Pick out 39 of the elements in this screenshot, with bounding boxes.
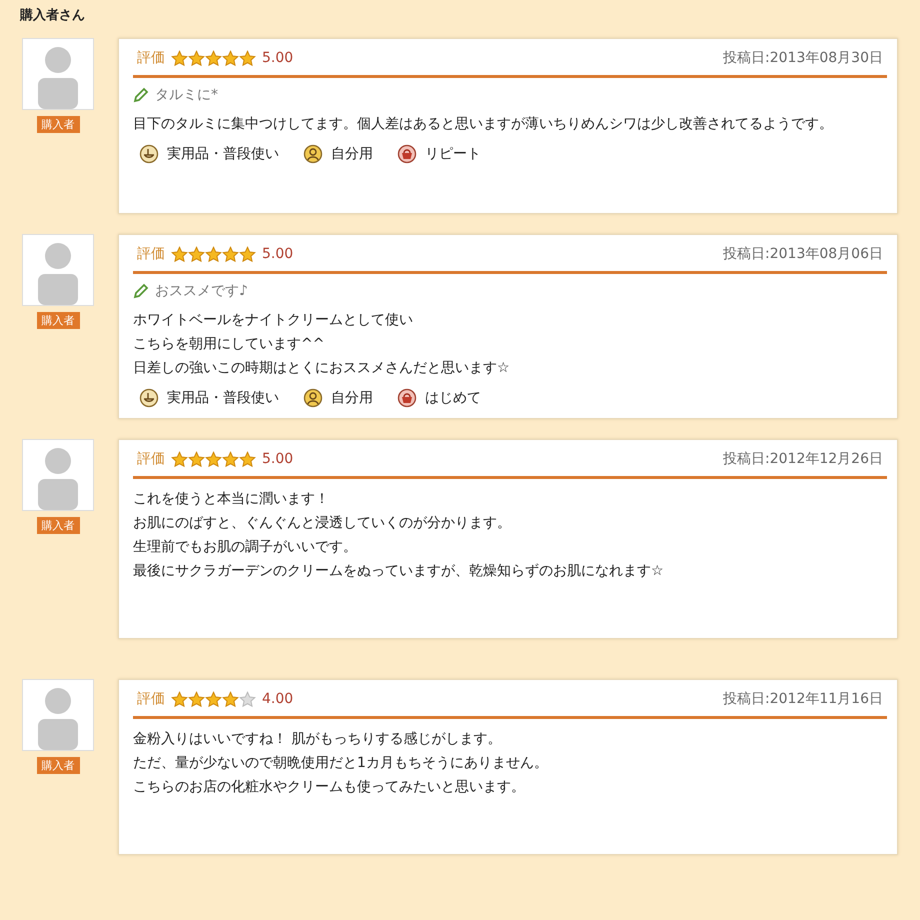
- tag-label: 自分用: [331, 389, 373, 407]
- buyer-badge: 購入者: [36, 312, 80, 329]
- buyer-badge: 購入者: [36, 116, 80, 133]
- rating-score: 5.00: [262, 451, 294, 467]
- review-text: これを使うと本当に潤います！ お肌にのばすと、ぐんぐんと浸透していくのが分かります。 生理前でもお肌の調子がいいです。 最後にサクラガーデンのクリームをぬっていますが、乾燥知らずのお肌になれます☆: [133, 490, 665, 581]
- tag-label: 自分用: [331, 145, 373, 163]
- review-text: ホワイトベールをナイトクリームとして使い こちらを朝用にしています^^ 日差しの強いこの時期はとくにおススメさんだと思います☆: [133, 311, 511, 378]
- review-text: 金粉入りはいいですね！ 肌がもっちりする感じがします。 ただ、量が少ないので朝晩使用だと1カ月もちそうにありません。 こちらのお店の化粧水やクリームも使ってみたいと思います。: [133, 730, 549, 797]
- pencil-icon: [133, 283, 149, 299]
- review-title: タルミに*: [155, 86, 218, 104]
- avatar-icon: [22, 679, 94, 751]
- buyer-badge: 購入者: [36, 517, 80, 534]
- avatar-icon: [22, 38, 94, 110]
- post-date: 投稿日:2013年08月06日: [723, 245, 883, 263]
- avatar-icon: [22, 439, 94, 511]
- rating-label: 評価: [137, 450, 165, 468]
- basket-icon: [397, 388, 417, 408]
- pencil-icon: [133, 87, 149, 103]
- section-heading: 購入者さん: [20, 6, 86, 24]
- review-title: おススメです♪: [155, 282, 248, 300]
- person-icon: [303, 144, 323, 164]
- review-text: 目下のタルミに集中つけしてます。個人差はあると思いますが薄いちりめんシワは少し改善されてるようです。: [133, 115, 834, 134]
- basket-icon: [397, 144, 417, 164]
- rating-label: 評価: [137, 49, 165, 67]
- post-date: 投稿日:2013年08月30日: [723, 49, 883, 67]
- person-icon: [303, 388, 323, 408]
- rating-score: 5.00: [262, 246, 294, 262]
- rating-label: 評価: [137, 690, 165, 708]
- rating-score: 4.00: [262, 691, 294, 707]
- tag-label: 実用品・普段使い: [167, 389, 279, 407]
- buyer-badge: 購入者: [36, 757, 80, 774]
- post-date: 投稿日:2012年11月16日: [723, 690, 883, 708]
- tag-label: リピート: [425, 145, 481, 163]
- rating-label: 評価: [137, 245, 165, 263]
- avatar-icon: [22, 234, 94, 306]
- tag-label: はじめて: [425, 389, 481, 407]
- rating-score: 5.00: [262, 50, 294, 66]
- tag-label: 実用品・普段使い: [167, 145, 279, 163]
- post-date: 投稿日:2012年12月26日: [723, 450, 883, 468]
